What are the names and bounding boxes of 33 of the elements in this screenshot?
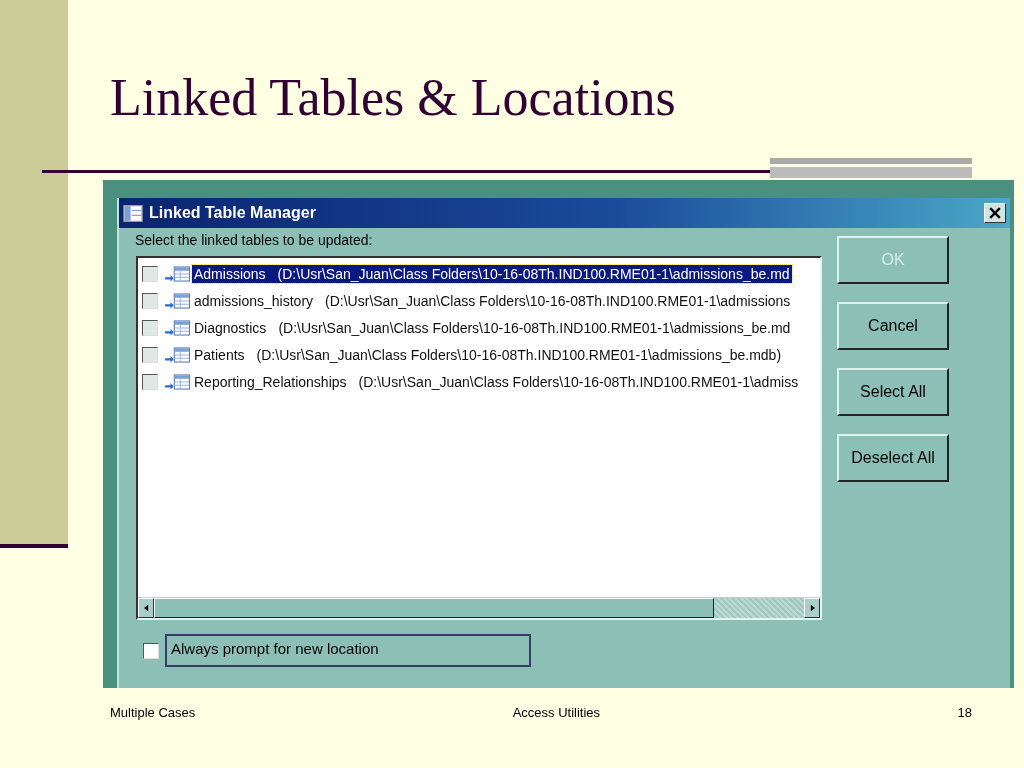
- dialog-button[interactable]: Cancel: [837, 302, 949, 350]
- linked-table-icon: [164, 291, 190, 310]
- list-item[interactable]: Reporting_Relationships (D:\Usr\San_Juan\Class Folders\10-16-08Th.IND100.RME01-1\admiss: [192, 372, 801, 391]
- footer-text: Multiple Cases: [110, 705, 196, 720]
- linked-table-icon: [164, 372, 190, 391]
- dialog-button[interactable]: Select All: [837, 368, 949, 416]
- checkbox-label[interactable]: Always prompt for new location: [165, 634, 531, 667]
- checkbox[interactable]: [142, 292, 158, 309]
- footer-text: Access Utilities: [512, 705, 601, 720]
- prompt-label: Select the linked tables to be updated:: [135, 232, 374, 248]
- left-arrow-icon: [143, 604, 149, 612]
- horizontal-scrollbar[interactable]: [138, 597, 820, 618]
- close-icon: [989, 207, 1001, 219]
- linked-table-icon: [164, 318, 190, 337]
- table-icon: [123, 204, 143, 222]
- slide-title: Linked Tables & Locations: [110, 68, 677, 128]
- right-arrow-icon: [809, 604, 815, 612]
- dialog-button[interactable]: Deselect All: [837, 434, 949, 482]
- list-item[interactable]: admissions_history (D:\Usr\San_Juan\Class Folders\10-16-08Th.IND100.RME01-1\admissions: [192, 291, 793, 310]
- window-title: Linked Table Manager: [149, 204, 317, 222]
- page-number: 18: [957, 705, 972, 720]
- checkbox[interactable]: [142, 373, 158, 390]
- close-button[interactable]: [984, 203, 1006, 223]
- checkbox[interactable]: [142, 346, 158, 363]
- list-item[interactable]: Diagnostics (D:\Usr\San_Juan\Class Folders\10-16-08Th.IND100.RME01-1\admissions_be.md: [192, 318, 793, 337]
- linked-table-icon: [164, 264, 190, 283]
- checkbox[interactable]: [142, 265, 158, 282]
- checkbox[interactable]: [142, 319, 158, 336]
- list-item[interactable]: Admissions (D:\Usr\San_Juan\Class Folders\10-16-08Th.IND100.RME01-1\admissions_be.md: [192, 264, 792, 283]
- list-item[interactable]: Patients (D:\Usr\San_Juan\Class Folders\10-16-08Th.IND100.RME01-1\admissions_be.mdb): [192, 345, 784, 364]
- scroll-thumb[interactable]: [154, 598, 714, 618]
- linked-table-icon: [164, 345, 190, 364]
- checkbox[interactable]: [143, 642, 159, 659]
